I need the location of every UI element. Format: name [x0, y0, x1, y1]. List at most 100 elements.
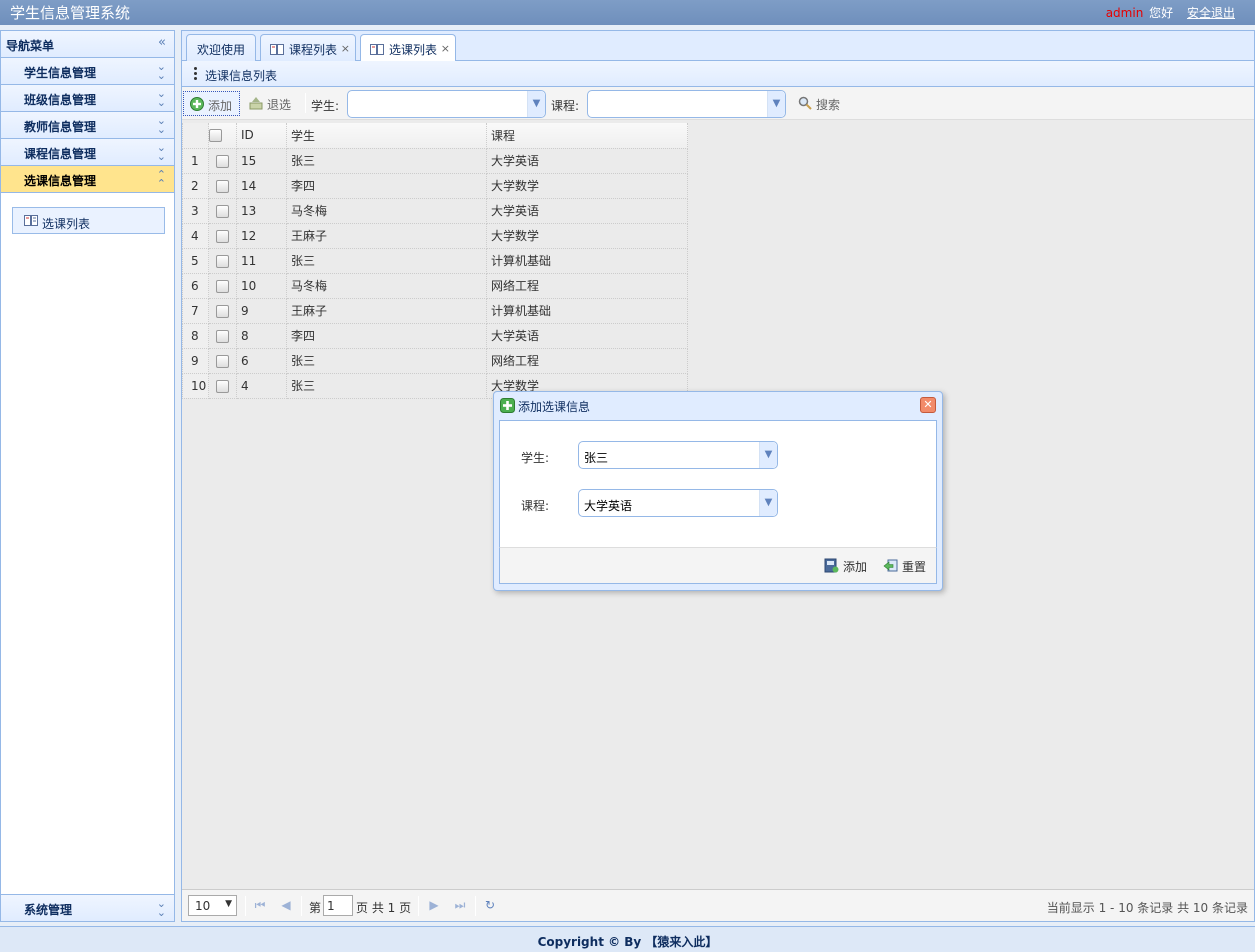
cell-course: 计算机基础	[486, 297, 688, 324]
toolbar: 添加 退选 学生: ▼ 课程: ▼ 搜索	[182, 87, 1254, 120]
row-number: 5	[182, 247, 209, 274]
sidebar-section-teachers[interactable]: 教师信息管理 ⌄ ⌄	[1, 112, 174, 139]
username: admin	[1105, 6, 1144, 20]
cell-id: 11	[236, 247, 287, 274]
panel-title: 选课信息列表	[205, 69, 278, 83]
sidebar-section-courses[interactable]: 课程信息管理 ⌄ ⌄	[1, 139, 174, 166]
tab-welcome[interactable]: 欢迎使用	[186, 34, 256, 61]
page-number-value: 1	[327, 899, 335, 913]
table-row[interactable]: 8 8 李四 大学英语	[182, 322, 688, 349]
table-row[interactable]: 7 9 王麻子 计算机基础	[182, 297, 688, 324]
dialog-reset-button[interactable]: 重置	[883, 558, 926, 575]
table-row[interactable]: 5 11 张三 计算机基础	[182, 247, 688, 274]
row-checkbox[interactable]	[208, 197, 237, 224]
prev-page-icon[interactable]: ◀	[278, 897, 294, 913]
dialog-body: 学生: 张三 ▼ 课程: 大学英语 ▼	[499, 420, 937, 548]
tab-course-list[interactable]: 课程列表 ×	[260, 34, 356, 61]
row-checkbox[interactable]	[208, 247, 237, 274]
column-header-student[interactable]: 学生	[286, 123, 487, 149]
table-row[interactable]: 2 14 李四 大学数学	[182, 172, 688, 199]
app-title: 学生信息管理系统	[10, 4, 131, 22]
close-icon[interactable]: ✕	[920, 397, 936, 413]
sidebar-item-enrollment-list[interactable]: 选课列表	[12, 207, 165, 234]
column-header-id[interactable]: ID	[236, 123, 287, 149]
select-all-checkbox[interactable]	[208, 123, 237, 149]
course-filter-select[interactable]: ▼	[587, 90, 786, 118]
pagination-bar: 10 ▼ ⏮ ◀ 第 1 页 共 1 页 ▶ ⏭ ↻ 当前显示 1 - 10 条…	[182, 889, 1254, 921]
cell-id: 13	[236, 197, 287, 224]
cell-course: 网络工程	[486, 347, 688, 374]
sidebar-section-label: 系统管理	[24, 903, 73, 917]
refresh-icon[interactable]: ↻	[482, 897, 498, 913]
add-button-label: 添加	[208, 99, 233, 113]
row-number: 6	[182, 272, 209, 299]
sidebar-section-enrollment[interactable]: 选课信息管理 ⌃ ⌃	[1, 166, 174, 193]
add-enrollment-dialog: 添加选课信息 ✕ 学生: 张三 ▼ 课程: 大学英语 ▼ 添加 重置	[493, 391, 943, 591]
table-row[interactable]: 6 10 马冬梅 网络工程	[182, 272, 688, 299]
chevron-down-icon: ⌄ ⌄	[156, 87, 166, 109]
page-number-input[interactable]: 1	[323, 895, 353, 916]
add-button[interactable]: 添加	[183, 91, 240, 116]
row-checkbox[interactable]	[208, 147, 237, 174]
cell-student: 王麻子	[286, 297, 487, 324]
course-field-label: 课程:	[521, 499, 550, 513]
column-header-course[interactable]: 课程	[486, 123, 688, 149]
row-number: 3	[182, 197, 209, 224]
tab-bar: 欢迎使用 课程列表 × 选课列表 ×	[182, 31, 1254, 62]
cell-student: 张三	[286, 347, 487, 374]
student-select[interactable]: 张三 ▼	[578, 441, 778, 469]
collapse-sidebar-icon[interactable]: «	[158, 35, 166, 50]
cell-course: 计算机基础	[486, 247, 688, 274]
sidebar-section-classes[interactable]: 班级信息管理 ⌄ ⌄	[1, 85, 174, 112]
row-checkbox[interactable]	[208, 272, 237, 299]
close-icon[interactable]: ×	[441, 42, 450, 55]
sidebar-section-system[interactable]: 系统管理 ⌄ ⌄	[1, 894, 174, 921]
save-icon	[824, 558, 839, 573]
cell-id: 9	[236, 297, 287, 324]
search-button-label: 搜索	[816, 98, 841, 112]
last-page-icon[interactable]: ⏭	[452, 897, 468, 913]
student-filter-select[interactable]: ▼	[347, 90, 546, 118]
menu-dots-icon	[194, 67, 197, 82]
table-row[interactable]: 4 12 王麻子 大学数学	[182, 222, 688, 249]
sidebar-section-label: 班级信息管理	[24, 93, 97, 107]
drop-course-button[interactable]: 退选	[243, 91, 301, 116]
add-icon	[190, 97, 204, 111]
book-icon	[270, 44, 284, 55]
row-number: 8	[182, 322, 209, 349]
cell-student: 张三	[286, 247, 487, 274]
sidebar-title: 导航菜单	[6, 39, 55, 53]
page-prefix: 第	[309, 901, 322, 915]
row-checkbox[interactable]	[208, 372, 237, 399]
dialog-add-button[interactable]: 添加	[824, 558, 867, 575]
cell-course: 网络工程	[486, 272, 688, 299]
page-size-select[interactable]: 10 ▼	[188, 895, 237, 916]
row-checkbox[interactable]	[208, 297, 237, 324]
table-row[interactable]: 3 13 马冬梅 大学英语	[182, 197, 688, 224]
table-row[interactable]: 1 15 张三 大学英语	[182, 147, 688, 174]
search-button[interactable]: 搜索	[792, 91, 844, 116]
sidebar-section-students[interactable]: 学生信息管理 ⌄ ⌄	[1, 58, 174, 85]
chevron-down-icon: ▼	[759, 442, 777, 468]
close-icon[interactable]: ×	[341, 42, 350, 55]
course-filter-label: 课程:	[551, 99, 580, 113]
course-select-value: 大学英语	[584, 499, 633, 513]
chevron-down-icon: ⌄ ⌄	[156, 141, 166, 163]
first-page-icon[interactable]: ⏮	[252, 897, 268, 913]
cell-student: 马冬梅	[286, 197, 487, 224]
table-row[interactable]: 9 6 张三 网络工程	[182, 347, 688, 374]
row-checkbox[interactable]	[208, 322, 237, 349]
row-checkbox[interactable]	[208, 222, 237, 249]
cell-course: 大学英语	[486, 322, 688, 349]
tab-enrollment-list[interactable]: 选课列表 ×	[360, 34, 456, 62]
row-number: 2	[182, 172, 209, 199]
row-checkbox[interactable]	[208, 172, 237, 199]
logout-link[interactable]: 安全退出	[1187, 6, 1235, 20]
next-page-icon[interactable]: ▶	[426, 897, 442, 913]
user-area: admin 您好 安全退出	[1106, 4, 1235, 21]
row-checkbox[interactable]	[208, 347, 237, 374]
pager-separator	[245, 896, 246, 916]
course-select[interactable]: 大学英语 ▼	[578, 489, 778, 517]
sidebar-header: 导航菜单 «	[1, 31, 174, 58]
cell-id: 15	[236, 147, 287, 174]
